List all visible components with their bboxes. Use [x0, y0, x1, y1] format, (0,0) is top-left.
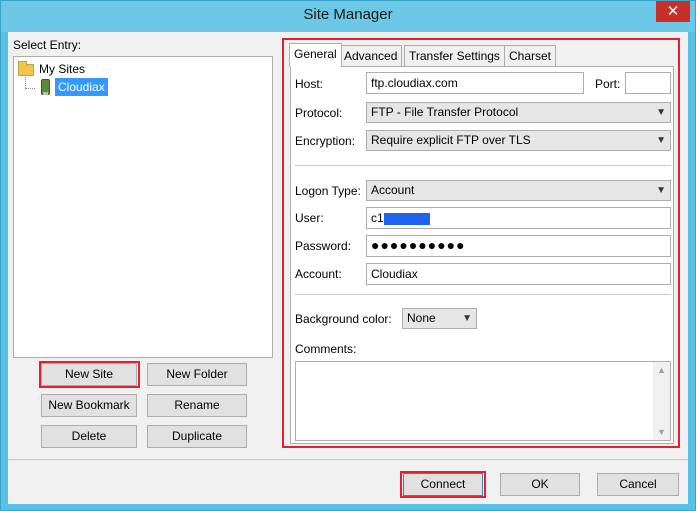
comments-scrollbar[interactable]: ▲ ▼	[653, 362, 670, 440]
user-label: User:	[295, 211, 324, 225]
new-bookmark-button[interactable]: New Bookmark	[41, 394, 137, 417]
host-input[interactable]: ftp.cloudiax.com	[366, 72, 584, 94]
new-site-highlight	[39, 361, 140, 388]
protocol-value: FTP - File Transfer Protocol	[371, 105, 519, 119]
site-manager-window: Site Manager ✕ Select Entry: My Sites Cl…	[0, 0, 696, 511]
footer-separator	[8, 459, 688, 460]
tree-connector	[25, 88, 35, 89]
port-input[interactable]	[625, 72, 671, 94]
scroll-down-icon[interactable]: ▼	[657, 427, 666, 437]
tree-connector	[25, 77, 26, 88]
ok-button[interactable]: OK	[500, 473, 580, 496]
folder-icon	[18, 61, 34, 76]
tab-transfer-settings[interactable]: Transfer Settings	[404, 45, 505, 66]
comments-textarea[interactable]: ▲ ▼	[295, 361, 671, 441]
protocol-select[interactable]: FTP - File Transfer Protocol ▼	[366, 102, 671, 123]
tab-general[interactable]: General	[289, 43, 342, 67]
duplicate-button[interactable]: Duplicate	[147, 425, 247, 448]
protocol-label: Protocol:	[295, 106, 343, 120]
tab-charset[interactable]: Charset	[504, 45, 557, 66]
close-button[interactable]: ✕	[656, 1, 690, 22]
tree-item-label: My Sites	[39, 62, 86, 76]
window-title: Site Manager	[303, 6, 393, 23]
account-input[interactable]: Cloudiax	[366, 263, 671, 285]
separator	[295, 165, 671, 166]
dialog-body: Select Entry: My Sites Cloudiax New Site…	[8, 32, 688, 504]
settings-panel: General Advanced Transfer Settings Chars…	[282, 38, 680, 448]
select-entry-label: Select Entry:	[13, 38, 82, 52]
rename-button[interactable]: Rename	[147, 394, 247, 417]
background-color-select[interactable]: None ▼	[402, 308, 477, 329]
tab-advanced[interactable]: Advanced	[339, 45, 403, 66]
new-folder-button[interactable]: New Folder	[147, 363, 247, 386]
background-color-label: Background color:	[295, 312, 392, 326]
chevron-down-icon: ▼	[656, 185, 666, 196]
redacted-block	[383, 212, 430, 225]
user-value: c1	[371, 211, 384, 225]
delete-button[interactable]: Delete	[41, 425, 137, 448]
host-label: Host:	[295, 77, 324, 91]
account-label: Account:	[295, 267, 342, 281]
comments-label: Comments:	[295, 342, 357, 356]
background-color-value: None	[407, 311, 436, 325]
password-label: Password:	[295, 239, 352, 253]
port-label: Port:	[595, 77, 621, 91]
logon-type-select[interactable]: Account ▼	[366, 180, 671, 201]
general-tab-content: Host: ftp.cloudiax.com Port: Protocol: F…	[290, 66, 674, 444]
logon-type-value: Account	[371, 183, 415, 197]
chevron-down-icon: ▼	[656, 107, 666, 118]
tree-item-label: Cloudiax	[55, 78, 108, 96]
connect-highlight	[400, 471, 486, 498]
scroll-up-icon[interactable]: ▲	[657, 365, 666, 375]
separator	[295, 294, 671, 295]
encryption-label: Encryption:	[295, 134, 356, 148]
password-input[interactable]: ●●●●●●●●●●	[366, 235, 671, 257]
chevron-down-icon: ▼	[462, 313, 472, 324]
site-tree[interactable]: My Sites Cloudiax	[13, 56, 273, 358]
user-input[interactable]: c1	[366, 207, 671, 229]
server-icon	[41, 79, 50, 95]
encryption-value: Require explicit FTP over TLS	[371, 133, 531, 147]
logon-type-label: Logon Type:	[295, 184, 361, 198]
chevron-down-icon: ▼	[656, 135, 666, 146]
encryption-select[interactable]: Require explicit FTP over TLS ▼	[366, 130, 671, 151]
close-icon: ✕	[666, 3, 680, 20]
cancel-button[interactable]: Cancel	[597, 473, 679, 496]
title-bar[interactable]: Site Manager ✕	[1, 1, 695, 32]
